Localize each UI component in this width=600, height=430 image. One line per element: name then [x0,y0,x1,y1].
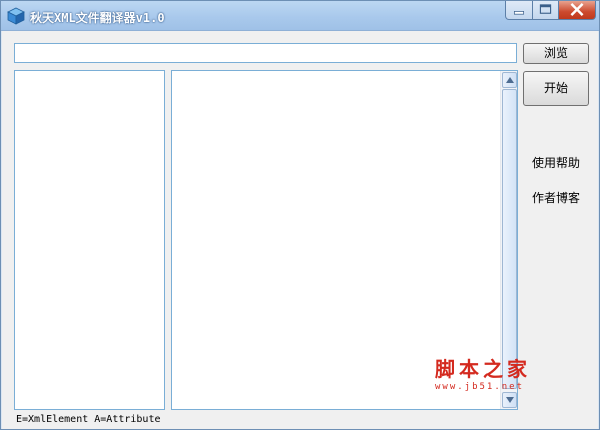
close-button[interactable] [558,1,596,20]
window-title: 秋天XML文件翻译器v1.0 [30,11,165,25]
maximize-icon [539,4,552,14]
start-button[interactable]: 开始 [523,71,589,106]
watermark-url: www.jb51.net [435,382,525,392]
minimize-button[interactable] [505,1,533,20]
scroll-up-button[interactable] [502,72,517,88]
arrow-down-icon [506,397,514,403]
xml-tree-panel[interactable] [14,70,165,410]
browse-button[interactable]: 浏览 [523,43,589,64]
help-link[interactable]: 使用帮助 [532,154,580,171]
title-bar[interactable]: 秋天XML文件翻译器v1.0 [1,1,599,31]
watermark-title: 脚本之家 [435,357,531,381]
scroll-down-button[interactable] [502,392,517,408]
arrow-up-icon [506,77,514,83]
minimize-icon [513,11,525,15]
cube-app-icon [7,7,25,25]
legend-text: E=XmlElement A=Attribute [16,414,161,425]
app-window: 秋天XML文件翻译器v1.0 浏览 开始 使用帮助 作者博客 E=XmlElem… [0,0,600,430]
author-blog-link[interactable]: 作者博客 [532,189,580,206]
scroll-thumb[interactable] [502,89,517,389]
close-icon [570,3,584,17]
watermark: 脚本之家 www.jb51.net [435,353,565,392]
maximize-button[interactable] [532,1,559,20]
file-path-input[interactable] [14,43,517,63]
